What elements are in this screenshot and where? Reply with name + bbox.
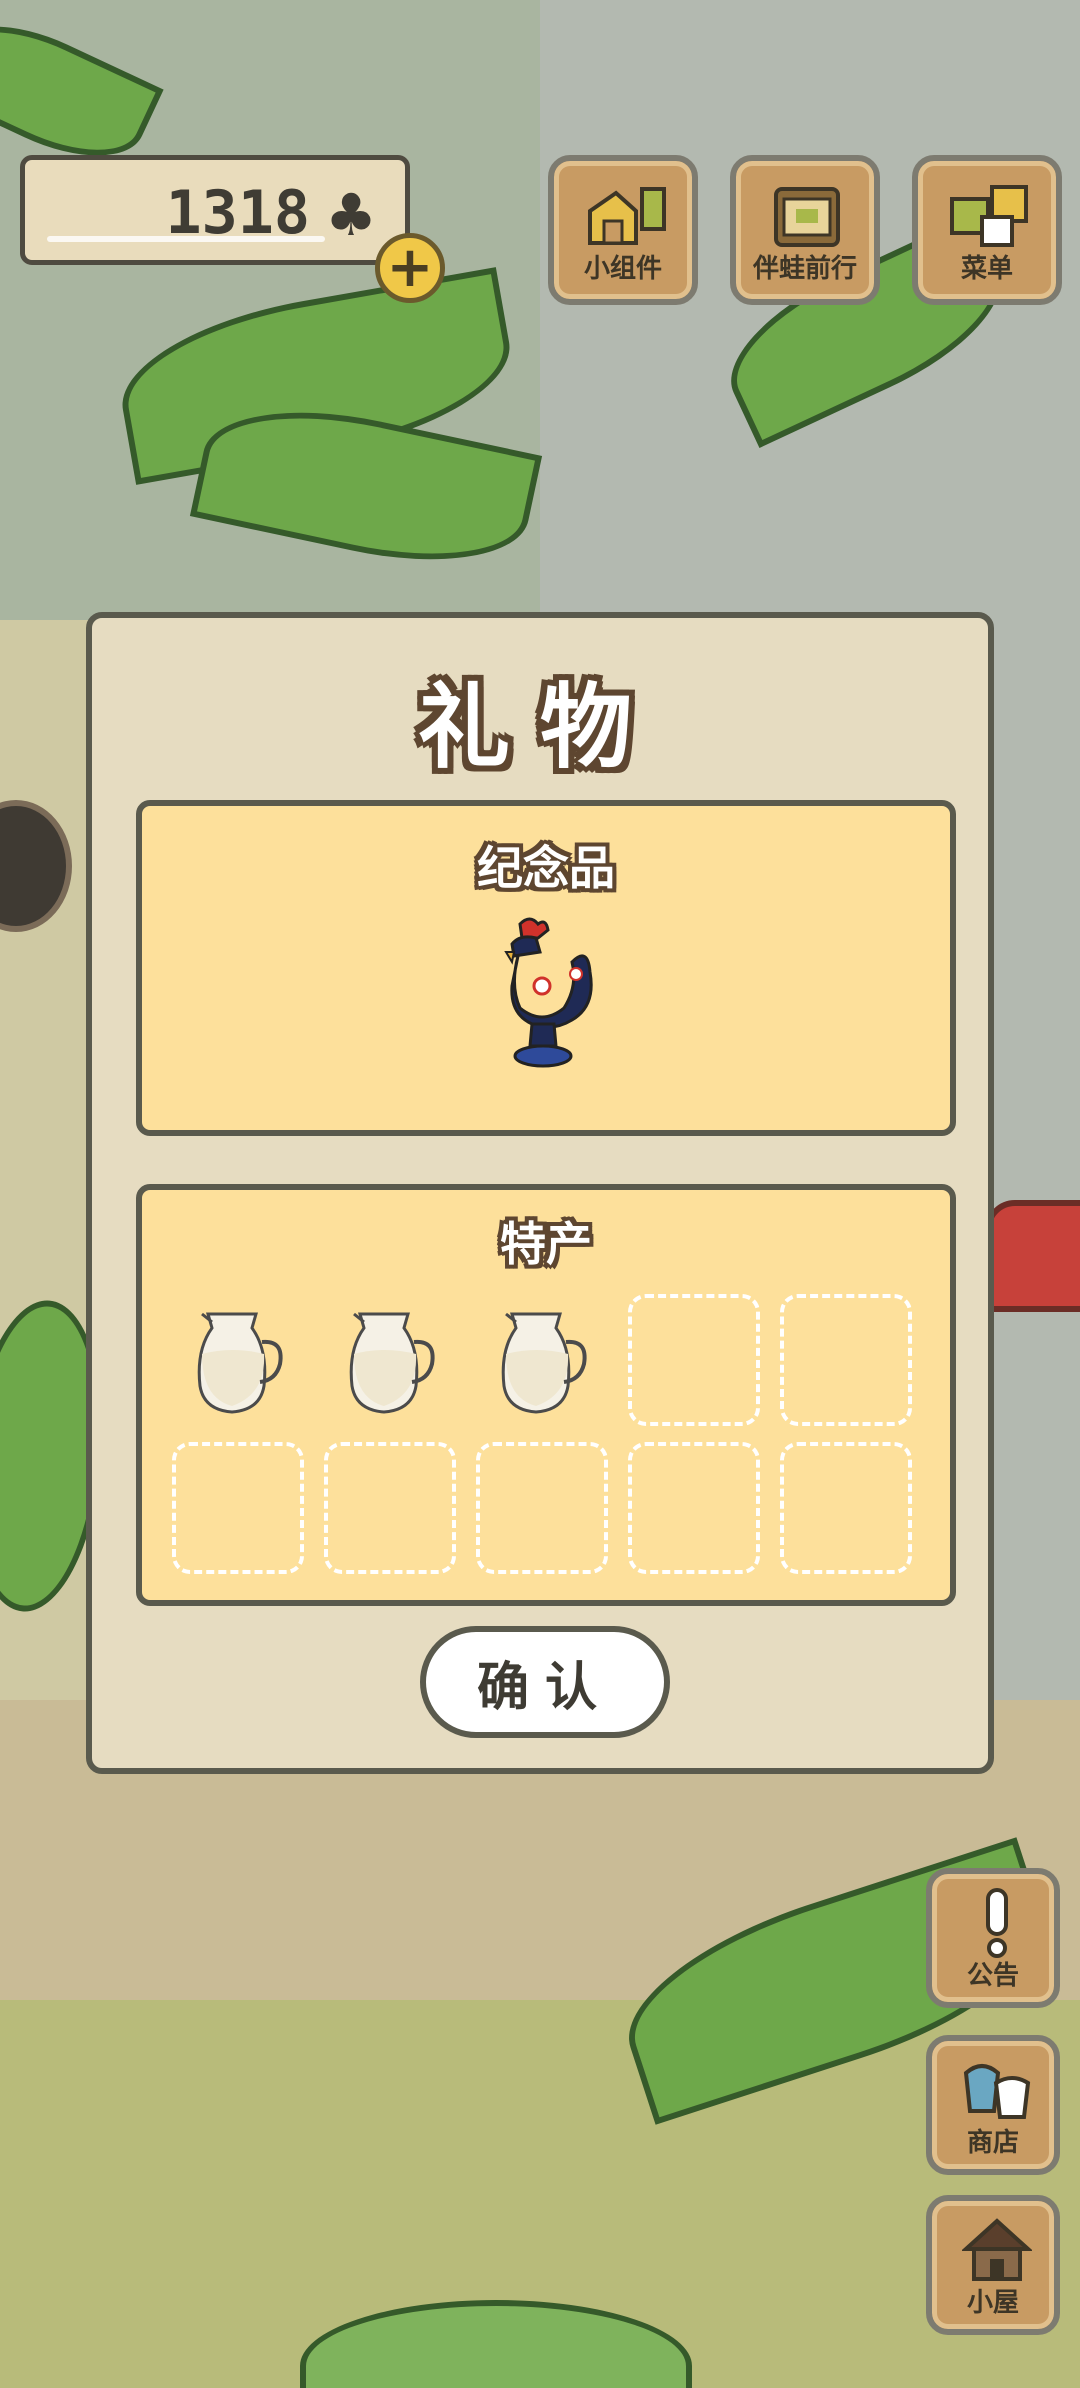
milk-jug-icon: [349, 1312, 435, 1414]
clover-counter: 1318 ♣: [20, 155, 410, 265]
house-icon: [962, 2218, 1032, 2281]
gift-dialog: 礼物 纪念品 特产 确认: [86, 612, 994, 1774]
specialty-slot-milk[interactable]: [172, 1294, 304, 1426]
menu-button[interactable]: 菜单: [912, 155, 1062, 305]
journey-book-icon: [774, 187, 840, 247]
specialty-slot-empty: [780, 1294, 912, 1426]
shop-button[interactable]: 商店: [926, 2035, 1060, 2175]
shop-bags-icon: [963, 2064, 1031, 2119]
menu-label: 菜单: [960, 254, 1013, 284]
specialty-slot-empty: [476, 1442, 608, 1574]
souvenir-panel: 纪念品: [136, 800, 956, 1136]
notice-button[interactable]: 公告: [926, 1868, 1060, 2008]
widget-icon: [588, 187, 666, 245]
shop-label: 商店: [966, 2128, 1019, 2158]
add-clover-button[interactable]: +: [375, 233, 445, 303]
journey-label: 伴蛙前行: [752, 254, 857, 284]
house-label: 小屋: [966, 2288, 1019, 2318]
confirm-button[interactable]: 确认: [420, 1626, 670, 1738]
souvenir-title: 纪念品: [477, 841, 615, 895]
specialty-panel: 特产: [136, 1184, 956, 1606]
milk-jug-icon: [501, 1312, 587, 1414]
dialog-title: 礼物: [417, 674, 662, 781]
clover-bar: [47, 236, 325, 242]
milk-jug-icon: [197, 1312, 283, 1414]
specialty-slot-empty: [628, 1442, 760, 1574]
widget-label: 小组件: [583, 254, 662, 284]
rooster-figurine-icon[interactable]: [492, 916, 602, 1076]
specialty-slot-milk[interactable]: [324, 1294, 456, 1426]
exclamation-icon: [986, 1888, 1008, 1958]
specialty-title: 特产: [500, 1217, 592, 1271]
house-button[interactable]: 小屋: [926, 2195, 1060, 2335]
clover-icon: ♣: [325, 181, 377, 249]
specialty-slot-empty: [780, 1442, 912, 1574]
mailbox: [985, 1200, 1080, 1312]
notice-label: 公告: [966, 1961, 1019, 1991]
widget-button[interactable]: 小组件: [548, 155, 698, 305]
specialty-slot-milk[interactable]: [476, 1294, 608, 1426]
menu-cards-icon: [950, 185, 1028, 247]
specialty-slot-empty: [628, 1294, 760, 1426]
specialty-slot-empty: [172, 1442, 304, 1574]
journey-button[interactable]: 伴蛙前行: [730, 155, 880, 305]
specialty-slot-empty: [324, 1442, 456, 1574]
